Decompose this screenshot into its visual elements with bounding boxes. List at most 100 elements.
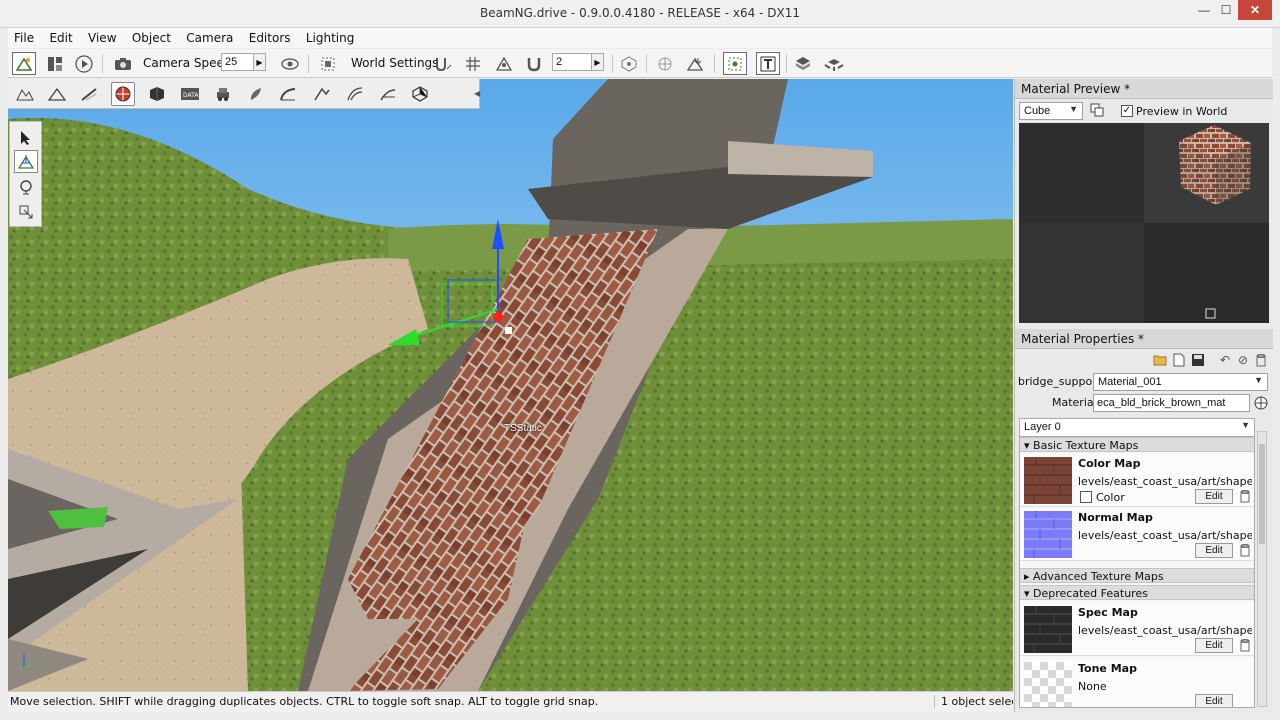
preview-shape-select[interactable]: Cube ▼	[1019, 102, 1083, 120]
mesh-road-icon[interactable]	[343, 82, 367, 106]
collapse-toolbar-icon[interactable]: ◀	[474, 89, 480, 98]
menu-editors[interactable]: Editors	[243, 28, 297, 45]
menu-object[interactable]: Object	[126, 28, 177, 45]
clear-icon[interactable]: ⊘	[1235, 352, 1251, 368]
camera-speed-stepper[interactable]: ▶	[254, 53, 266, 71]
terrain-editor-icon[interactable]	[13, 82, 37, 106]
snap-to-terrain-icon[interactable]	[431, 52, 455, 75]
road-editor-icon[interactable]	[77, 82, 101, 106]
menu-view[interactable]: View	[82, 28, 122, 45]
bounds-icon[interactable]	[617, 52, 641, 75]
deprecated-features-section[interactable]: ▾ Deprecated Features	[1020, 585, 1254, 600]
delete-icon[interactable]	[1253, 352, 1269, 368]
object-material-value: Material_001	[1098, 376, 1162, 388]
trash-icon[interactable]	[1240, 638, 1250, 653]
particle-editor-icon[interactable]	[376, 82, 400, 106]
snap-value-input[interactable]: 2	[552, 53, 592, 71]
tone-map-edit-button[interactable]: Edit	[1195, 694, 1233, 707]
mesh-icon[interactable]	[145, 82, 169, 106]
selection-mode-icon[interactable]	[723, 52, 747, 75]
color-map-thumbnail[interactable]	[1024, 457, 1072, 504]
menu-camera[interactable]: Camera	[180, 28, 239, 45]
scene-viewport[interactable]: TSStatic	[8, 79, 1013, 691]
world-editor-icon[interactable]	[12, 52, 36, 75]
layer-value: Layer 0	[1024, 421, 1061, 433]
menu-file[interactable]: File	[8, 28, 40, 45]
basic-texture-maps-label: Basic Texture Maps	[1033, 439, 1139, 452]
color-map-item: Color Map levels/east_coast_usa/art/shap…	[1020, 454, 1254, 507]
normal-map-thumbnail[interactable]	[1024, 511, 1072, 558]
material-properties-header: Material Properties *	[1015, 329, 1273, 349]
main-toolbar: Camera Speed 25 ▶ World Settings 2 ▶	[8, 49, 1272, 78]
advanced-texture-maps-section[interactable]: ▸ Advanced Texture Maps	[1020, 568, 1254, 583]
properties-scrollbar[interactable]	[1257, 431, 1267, 707]
material-editor-icon[interactable]	[111, 82, 135, 106]
eye-icon[interactable]	[278, 52, 302, 75]
globe-icon[interactable]	[1253, 395, 1269, 411]
drop-at-icon[interactable]	[683, 52, 707, 75]
camera-icon[interactable]	[111, 52, 135, 75]
selection-count: 1 object selected	[934, 695, 1013, 708]
play-icon[interactable]	[72, 52, 96, 75]
menu-bar: File Edit View Object Camera Editors Lig…	[8, 28, 1272, 48]
magnet-icon[interactable]	[522, 52, 546, 75]
maximize-button[interactable]: ☐	[1212, 0, 1240, 20]
camera-speed-label: Camera Speed	[143, 56, 232, 70]
preview-in-world-checkbox[interactable]: ✓	[1121, 105, 1133, 117]
material-preview-canvas[interactable]	[1019, 123, 1269, 323]
vehicle-icon[interactable]	[211, 82, 235, 106]
shape-editor-icon[interactable]	[408, 82, 432, 106]
forest-editor-icon[interactable]	[244, 82, 268, 106]
trash-icon[interactable]	[1240, 489, 1250, 504]
text-labels-icon[interactable]	[756, 52, 780, 75]
trash-icon[interactable]	[1240, 543, 1250, 558]
snap-value-stepper[interactable]: ▶	[592, 53, 604, 71]
spec-map-path: levels/east_coast_usa/art/shapes/buildin…	[1078, 624, 1252, 637]
menu-edit[interactable]: Edit	[43, 28, 78, 45]
title-bar: BeamNG.drive - 0.9.0.0.4180 - RELEASE - …	[0, 0, 1280, 28]
deprecated-features-label: Deprecated Features	[1033, 587, 1148, 600]
object-material-select[interactable]: Material_001 ▼	[1093, 373, 1268, 391]
crosshair-icon[interactable]	[653, 52, 677, 75]
menu-lighting[interactable]: Lighting	[300, 28, 361, 45]
grid-snap-icon[interactable]	[461, 52, 485, 75]
rotate-tool-icon[interactable]	[14, 175, 38, 198]
scale-tool-icon[interactable]	[14, 200, 38, 223]
scrollbar-thumb[interactable]	[1259, 444, 1265, 544]
material-name-field[interactable]: eca_bld_brick_brown_mat	[1093, 394, 1250, 412]
explode-prefab-icon[interactable]	[822, 52, 846, 75]
toolbar-separator	[308, 54, 309, 73]
river-editor-icon[interactable]	[310, 82, 334, 106]
tone-map-thumbnail[interactable]	[1024, 662, 1072, 707]
color-tint-checkbox[interactable]	[1080, 491, 1092, 503]
undo-icon[interactable]: ↶	[1217, 352, 1233, 368]
gui-editor-icon[interactable]	[43, 52, 67, 75]
datablock-icon[interactable]: DATA	[178, 82, 202, 106]
move-tool-icon[interactable]	[14, 150, 38, 173]
normal-map-edit-button[interactable]: Edit	[1195, 543, 1233, 558]
normal-map-name: Normal Map	[1078, 511, 1153, 524]
decal-road-icon[interactable]	[276, 82, 300, 106]
close-button[interactable]: ✕	[1238, 0, 1272, 20]
layer-select[interactable]: Layer 0 ▼	[1020, 419, 1254, 437]
tone-map-item: Tone Map None Edit	[1020, 659, 1254, 707]
color-map-path: levels/east_coast_usa/art/shapes/buildin…	[1078, 475, 1252, 488]
prefab-icon[interactable]	[791, 52, 815, 75]
camera-speed-input[interactable]: 25	[221, 53, 254, 71]
spec-map-edit-button[interactable]: Edit	[1195, 638, 1233, 653]
basic-texture-maps-section[interactable]: ▾ Basic Texture Maps	[1020, 437, 1254, 452]
frame-selection-icon[interactable]	[316, 52, 340, 75]
save-icon[interactable]	[1190, 352, 1206, 368]
chevron-down-icon: ▼	[1254, 375, 1263, 385]
toolbar-separator	[612, 54, 613, 73]
spec-map-thumbnail[interactable]	[1024, 606, 1072, 653]
open-folder-icon[interactable]	[1152, 352, 1168, 368]
collapse-arrow-icon: ▾	[1024, 439, 1030, 452]
select-arrow-icon[interactable]	[14, 126, 38, 149]
preview-background-icon[interactable]	[1089, 102, 1105, 118]
world-settings-label[interactable]: World Settings	[351, 56, 438, 70]
terrain-painter-icon[interactable]	[45, 82, 69, 106]
object-snap-icon[interactable]	[492, 52, 516, 75]
color-map-edit-button[interactable]: Edit	[1195, 489, 1233, 504]
new-file-icon[interactable]	[1171, 352, 1187, 368]
